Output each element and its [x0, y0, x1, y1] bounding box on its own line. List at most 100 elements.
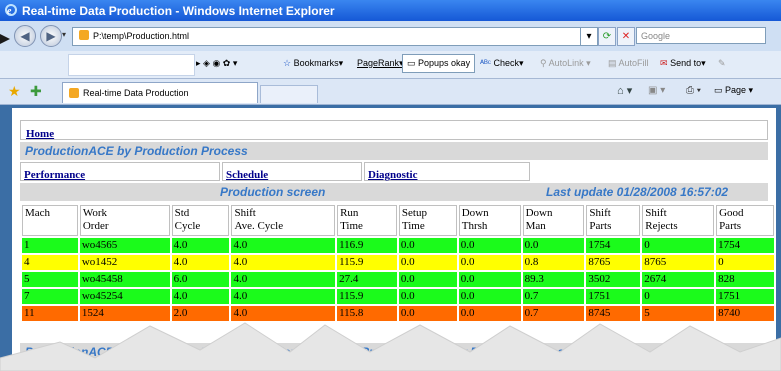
- schedule-link[interactable]: Schedule: [226, 169, 268, 181]
- history-dropdown-icon[interactable]: ▾: [62, 30, 66, 39]
- tab-bar: ★ ✚ Real-time Data Production ⌂ ▾ ▣ ▾ ⎙ …: [0, 79, 781, 105]
- tab-active[interactable]: Real-time Data Production: [62, 82, 258, 103]
- table-cell: 6.0: [171, 272, 230, 287]
- nav-cell-performance: Performance: [20, 162, 220, 181]
- product-title: ProductionACE by Production Process: [20, 142, 768, 160]
- table-cell: 8765: [586, 255, 641, 270]
- table-header-row: Mach Work Order Std Cycle Shift Ave. Cycle …: [22, 205, 774, 236]
- table-cell: 1: [22, 238, 78, 253]
- table-cell: 8740: [716, 306, 774, 321]
- address-input[interactable]: P:\temp\Production.html: [72, 27, 598, 46]
- google-toolbar: ▸ ◈ ◉ ✿ ▾ ☆ Bookmarks▾ PageRank▾ ▭ Popup…: [0, 51, 781, 79]
- address-bar-row: ◀ ▶ ▾ P:\temp\Production.html ▾ ⟳ ✕ Goog…: [0, 21, 781, 52]
- table-cell: 3502: [586, 272, 641, 287]
- col-header: Run Time: [337, 205, 397, 236]
- table-cell: 8765: [642, 255, 715, 270]
- sendto-button[interactable]: ✉ Send to▾: [660, 58, 706, 69]
- autolink-button[interactable]: ⚲ AutoLink ▾: [540, 58, 591, 69]
- col-header: Shift Parts: [586, 205, 641, 236]
- table-cell: 0.0: [398, 272, 457, 287]
- col-header: Std Cycle: [171, 205, 230, 236]
- page-favicon-icon: [79, 30, 89, 40]
- popups-label: Popups okay: [418, 58, 471, 68]
- sendto-label: Send to: [670, 58, 702, 68]
- table-cell: 2.0: [171, 306, 230, 321]
- add-favorite-icon[interactable]: ✚: [30, 83, 42, 100]
- production-table: Mach Work Order Std Cycle Shift Ave. Cycle …: [20, 203, 776, 323]
- forward-button[interactable]: ▶: [40, 25, 62, 47]
- feeds-icon[interactable]: ▣ ▾: [648, 85, 665, 96]
- table-cell: 0: [642, 238, 715, 253]
- check-label: Check: [493, 58, 520, 68]
- table-cell: 0.7: [522, 289, 585, 304]
- table-cell: 4.0: [231, 238, 336, 253]
- table-cell: 4.0: [171, 255, 230, 270]
- table-cell: 8745: [586, 306, 641, 321]
- popup-icon: ▭: [407, 58, 416, 68]
- refresh-icon[interactable]: ⟳: [598, 27, 616, 46]
- col-header: Down Thrsh: [458, 205, 521, 236]
- table-cell: 0.8: [522, 255, 585, 270]
- table-cell: 1524: [79, 306, 170, 321]
- col-header: Work Order: [79, 205, 170, 236]
- table-cell: 0.0: [398, 238, 457, 253]
- page-menu[interactable]: ▭ Page ▾: [714, 85, 753, 96]
- table-cell: 1751: [716, 289, 774, 304]
- spellcheck-button[interactable]: ᴬᴮᶜ Check▾: [480, 58, 524, 69]
- autofill-button[interactable]: ▤ AutoFill: [608, 58, 649, 69]
- window-title: Real-time Data Production - Windows Inte…: [22, 4, 335, 18]
- bookmarks-button[interactable]: ☆ Bookmarks▾: [283, 58, 343, 69]
- nav-cell-diagnostic: Diagnostic: [364, 162, 530, 181]
- table-cell: 7: [22, 289, 78, 304]
- spellcheck-icon: ᴬᴮᶜ: [480, 58, 491, 68]
- table-cell: 4.0: [171, 238, 230, 253]
- back-button[interactable]: ◀: [14, 25, 36, 47]
- toolbar-search-box[interactable]: [68, 54, 195, 76]
- table-cell: 4.0: [231, 306, 336, 321]
- table-cell: 27.4: [337, 272, 397, 287]
- favorites-star-icon[interactable]: ★: [8, 83, 21, 100]
- col-header: Shift Ave. Cycle: [231, 205, 336, 236]
- table-row: 11 1524 2.0 4.0 115.8 0.0 0.0 0.7 8745 5 8740: [22, 306, 774, 321]
- table-cell: 115.9: [337, 255, 397, 270]
- table-cell: 4.0: [231, 272, 336, 287]
- performance-link[interactable]: Performance: [24, 169, 85, 181]
- bookmarks-label: Bookmarks: [293, 58, 339, 68]
- home-icon[interactable]: ⌂ ▾: [617, 84, 632, 97]
- table-cell: 0: [642, 289, 715, 304]
- col-header: Good Parts: [716, 205, 774, 236]
- diagnostic-link[interactable]: Diagnostic: [368, 169, 418, 181]
- table-cell: 0.0: [398, 306, 457, 321]
- table-cell: 0.7: [522, 306, 585, 321]
- pagerank-button[interactable]: PageRank▾: [357, 58, 404, 69]
- table-cell: 0.0: [458, 289, 521, 304]
- table-cell: 0.0: [458, 238, 521, 253]
- stop-icon[interactable]: ✕: [617, 27, 635, 46]
- pointer-arrow-icon: [0, 34, 10, 44]
- table-cell: 4.0: [231, 255, 336, 270]
- page-menu-label: Page: [725, 85, 747, 95]
- print-icon[interactable]: ⎙ ▾: [686, 85, 701, 96]
- table-cell: 115.8: [337, 306, 397, 321]
- pencil-icon[interactable]: ✎: [718, 58, 726, 69]
- address-dropdown-icon[interactable]: ▾: [580, 27, 598, 46]
- table-cell: 0.0: [522, 238, 585, 253]
- popups-button[interactable]: ▭ Popups okay: [402, 54, 476, 73]
- nav-links-row: Performance Schedule Diagnostic: [20, 162, 530, 181]
- table-cell: 4.0: [231, 289, 336, 304]
- ie-logo-icon: e: [5, 4, 17, 17]
- toolbar-icons[interactable]: ▸ ◈ ◉ ✿ ▾: [196, 58, 237, 69]
- home-link[interactable]: Home: [26, 128, 54, 140]
- tab-favicon-icon: [69, 88, 79, 98]
- table-row: 7 wo45254 4.0 4.0 115.9 0.0 0.0 0.7 1751 0 1751: [22, 289, 774, 304]
- production-header: Production screen Last update 01/28/2008…: [20, 183, 768, 201]
- table-cell: 5: [642, 306, 715, 321]
- search-input[interactable]: Google: [636, 27, 766, 44]
- table-cell: wo4565: [79, 238, 170, 253]
- table-cell: 0.0: [458, 306, 521, 321]
- table-cell: 1754: [586, 238, 641, 253]
- new-tab-button[interactable]: [260, 85, 318, 103]
- table-row: 5 wo45458 6.0 4.0 27.4 0.0 0.0 89.3 3502 2674 828: [22, 272, 774, 287]
- table-row: 4 wo1452 4.0 4.0 115.9 0.0 0.0 0.8 8765 8765 0: [22, 255, 774, 270]
- table-cell: 0.0: [458, 272, 521, 287]
